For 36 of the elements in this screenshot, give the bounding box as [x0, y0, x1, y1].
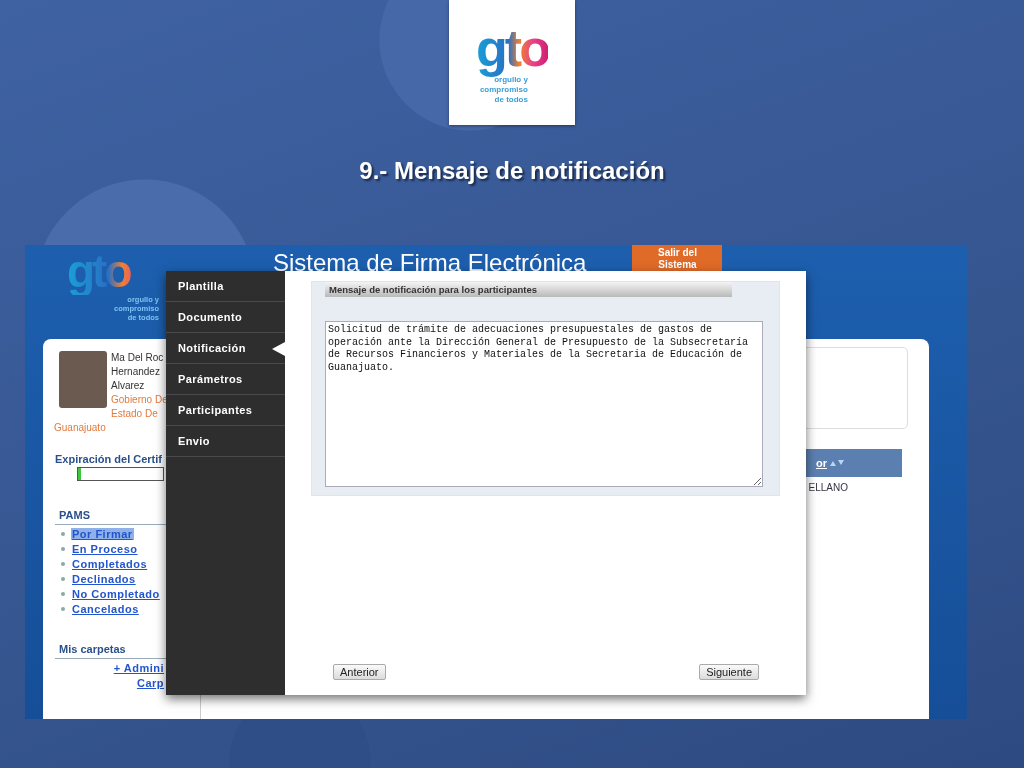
- message-field[interactable]: Solicitud de trámite de adecuaciones presupuestales de gastos de operación ante la Dirección General de Presupuesto de la Subsecretaría de Recursos Financieros y Materiales de la Secretaria de Educación de Guanajuato.: [325, 321, 763, 487]
- manage-folders-link[interactable]: Carp: [136, 677, 164, 689]
- back-button[interactable]: Anterior: [333, 664, 386, 680]
- user-name: Hernandez: [111, 365, 161, 379]
- wizard-step[interactable]: Plantilla: [166, 271, 285, 302]
- user-organization: Guanajuato: [54, 421, 107, 435]
- pams-link[interactable]: Completados: [71, 558, 149, 570]
- bullet-icon: [61, 562, 65, 566]
- next-button[interactable]: Siguiente: [699, 664, 759, 680]
- pams-link[interactable]: Declinados: [71, 573, 137, 585]
- user-name: Alvarez: [111, 379, 146, 393]
- bullet-icon: [61, 592, 65, 596]
- manage-folders-link[interactable]: + Admini: [113, 662, 164, 674]
- bullet-icon: [61, 532, 65, 536]
- pams-link[interactable]: En Proceso: [71, 543, 139, 555]
- wizard-step[interactable]: Documento: [166, 302, 285, 333]
- user-name: Ma Del Roc: [111, 351, 165, 365]
- pams-link[interactable]: Cancelados: [71, 603, 140, 615]
- wizard-step[interactable]: Parámetros: [166, 364, 285, 395]
- logo-tagline: de todos: [494, 94, 528, 105]
- wizard-step[interactable]: Participantes: [166, 395, 285, 426]
- logo-tagline: compromiso: [479, 84, 528, 95]
- wizard-step[interactable]: Envio: [166, 426, 285, 457]
- certificate-label: Expiración del Certif: [55, 453, 163, 465]
- sort-arrows-icon[interactable]: [830, 460, 844, 466]
- bullet-icon: [61, 547, 65, 551]
- slide-title: 9.- Mensaje de notificación: [359, 157, 665, 185]
- bullet-icon: [61, 607, 65, 611]
- sort-link[interactable]: or: [816, 457, 827, 469]
- user-organization: Estado De: [111, 407, 159, 421]
- table-cell: ELLANO: [808, 482, 848, 493]
- wizard-step[interactable]: Notificación: [166, 333, 285, 364]
- panel-title: Mensaje de notificación para los participantes: [325, 282, 732, 297]
- bullet-icon: [61, 577, 65, 581]
- photo-placeholder: [59, 351, 107, 408]
- pams-link[interactable]: No Completado: [71, 588, 161, 600]
